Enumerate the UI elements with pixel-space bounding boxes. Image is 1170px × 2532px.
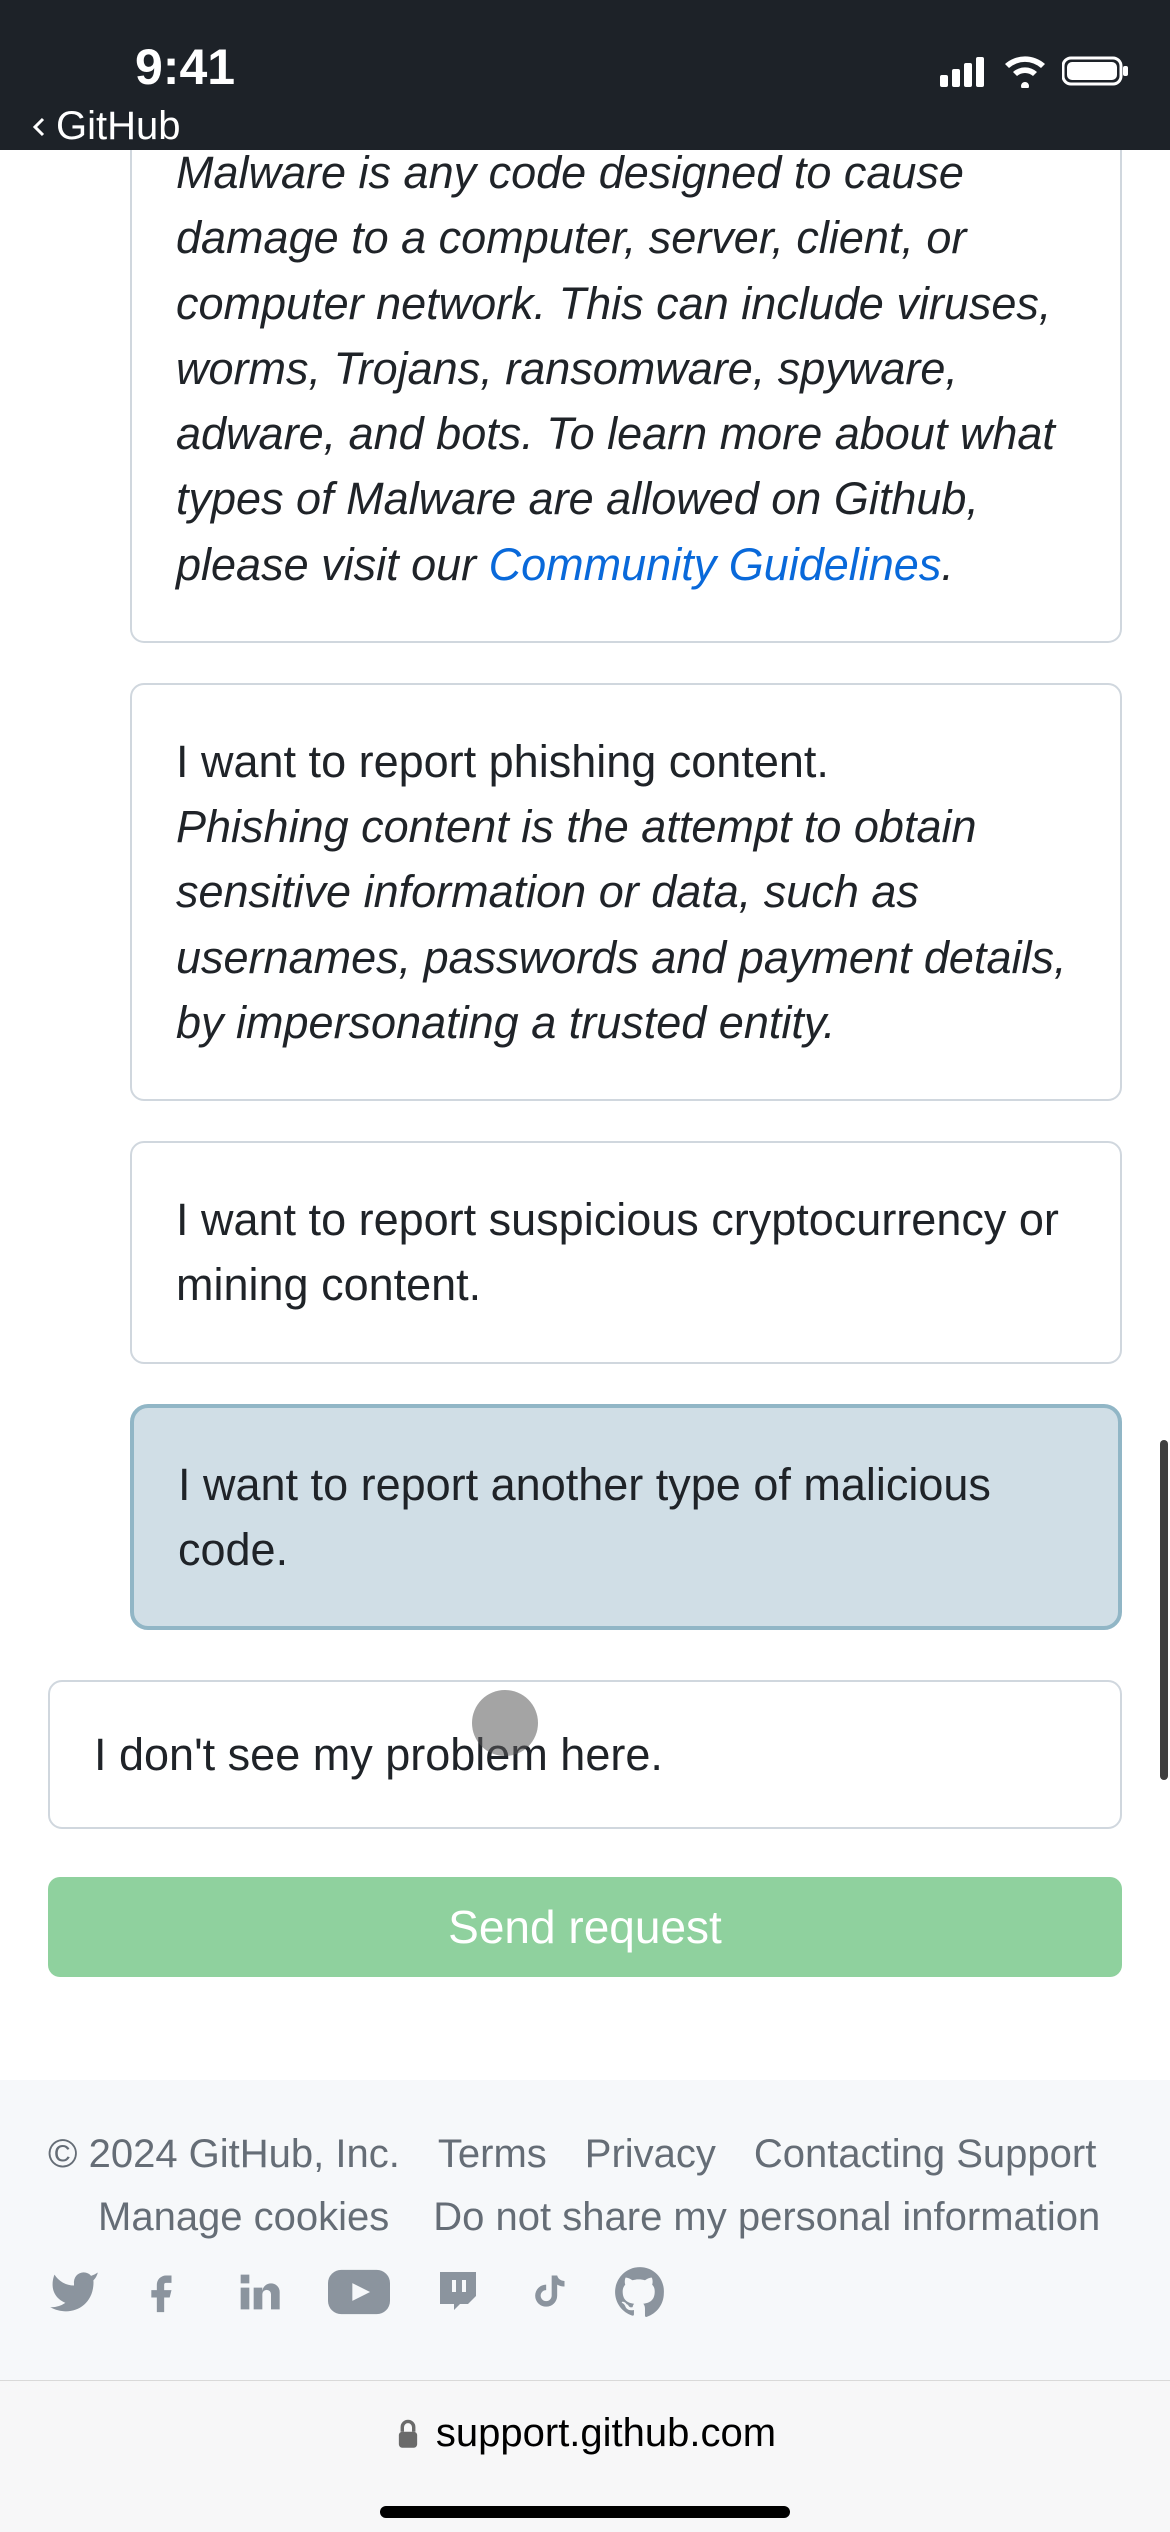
option-phishing[interactable]: I want to report phishing content. Phish… [130,683,1122,1101]
option-crypto-title: I want to report suspicious cryptocurren… [176,1194,1059,1310]
option-other-malicious-title: I want to report another type of malicio… [178,1459,991,1575]
chevron-left-icon [28,115,52,139]
send-request-button[interactable]: Send request [48,1877,1122,1977]
option-malware-desc: Malware is any code designed to cause da… [176,150,1055,590]
linkedin-icon[interactable] [232,2266,284,2318]
browser-url-bar[interactable]: support.github.com [0,2380,1170,2532]
battery-icon [1062,55,1130,87]
option-crypto[interactable]: I want to report suspicious cryptocurren… [130,1141,1122,1364]
footer-terms-link[interactable]: Terms [438,2132,547,2177]
status-bar: 9:41 GitHub [0,0,1170,150]
scroll-indicator[interactable] [1160,1440,1168,1780]
youtube-icon[interactable] [328,2269,390,2315]
twitch-icon[interactable] [434,2266,482,2318]
url-text: support.github.com [436,2411,776,2456]
footer-contact-link[interactable]: Contacting Support [754,2132,1096,2177]
back-to-app-label: GitHub [56,104,181,149]
tiktok-icon[interactable] [526,2266,570,2318]
option-none[interactable]: I don't see my problem here. [48,1680,1122,1829]
lock-icon [394,2418,422,2450]
footer-cookies-link[interactable]: Manage cookies [98,2195,389,2240]
option-phishing-desc: Phishing content is the attempt to obtai… [176,801,1066,1048]
page-content: Malware is any code designed to cause da… [0,150,1170,2080]
footer-social [48,2266,1122,2318]
option-list: Malware is any code designed to cause da… [48,150,1122,1630]
option-other-malicious[interactable]: I want to report another type of malicio… [130,1404,1122,1631]
back-to-app-button[interactable]: GitHub [28,104,181,149]
twitter-icon[interactable] [48,2266,100,2318]
wifi-icon [1002,54,1048,88]
touch-cursor [472,1690,538,1756]
option-phishing-title: I want to report phishing content. [176,736,829,787]
option-none-title: I don't see my problem here. [94,1729,663,1780]
footer-copyright: © 2024 GitHub, Inc. [48,2132,400,2177]
github-icon[interactable] [614,2266,666,2318]
footer-privacy-link[interactable]: Privacy [585,2132,716,2177]
status-icons [940,54,1130,88]
cellular-icon [940,55,988,87]
home-indicator[interactable] [380,2506,790,2518]
status-time: 9:41 [135,38,235,96]
page-footer: © 2024 GitHub, Inc. Terms Privacy Contac… [0,2080,1170,2380]
footer-dns-link[interactable]: Do not share my personal information [433,2195,1100,2240]
facebook-icon[interactable] [144,2266,188,2318]
option-malware[interactable]: Malware is any code designed to cause da… [130,150,1122,643]
community-guidelines-link[interactable]: Community Guidelines [489,539,942,590]
